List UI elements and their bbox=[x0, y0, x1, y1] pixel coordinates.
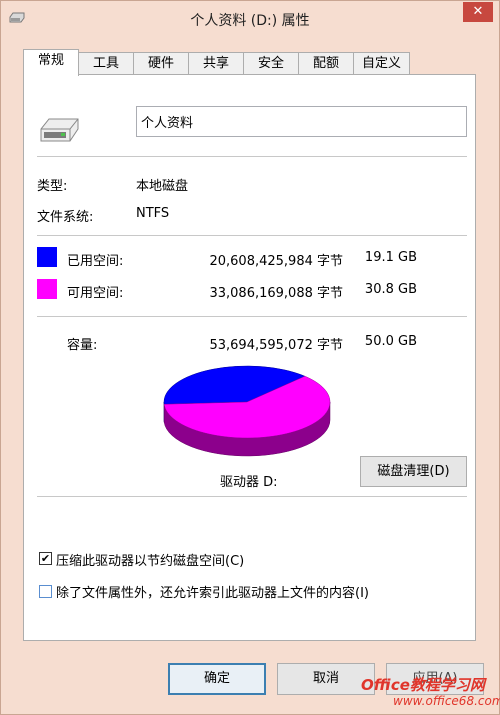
tab-tools[interactable]: 工具 bbox=[78, 52, 134, 75]
disk-usage-pie-chart bbox=[163, 365, 331, 457]
tab-customize[interactable]: 自定义 bbox=[353, 52, 410, 75]
hard-drive-icon bbox=[40, 118, 79, 142]
watermark-text: Office教程学习网 bbox=[361, 676, 485, 694]
capacity-size: 50.0 GB bbox=[364, 334, 417, 349]
window-title: 个人资料 (D:) 属性 bbox=[190, 13, 310, 29]
watermark-url: www.office68.com bbox=[393, 694, 500, 708]
used-space-size: 19.1 GB bbox=[364, 250, 417, 265]
tab-quota[interactable]: 配额 bbox=[298, 52, 354, 75]
tab-sharing[interactable]: 共享 bbox=[188, 52, 244, 75]
type-label: 类型: bbox=[37, 179, 68, 194]
title-bar[interactable]: 个人资料 (D:) 属性 ✕ bbox=[1, 1, 499, 37]
free-space-size: 30.8 GB bbox=[364, 282, 417, 297]
filesystem-value: NTFS bbox=[136, 206, 170, 221]
check-mark-icon: ✔ bbox=[40, 552, 51, 565]
tab-general[interactable]: 常规 bbox=[23, 49, 79, 76]
separator bbox=[37, 235, 467, 236]
separator bbox=[37, 156, 467, 157]
separator bbox=[37, 316, 467, 317]
compress-checkbox[interactable]: ✔ bbox=[39, 552, 52, 565]
free-space-label: 可用空间: bbox=[67, 286, 124, 301]
free-space-swatch bbox=[37, 279, 57, 299]
free-space-bytes: 33,086,169,088 字节 bbox=[209, 286, 343, 301]
volume-name-input[interactable] bbox=[136, 106, 467, 137]
disk-cleanup-button[interactable]: 磁盘清理(D) bbox=[360, 456, 467, 487]
tab-hardware[interactable]: 硬件 bbox=[133, 52, 189, 75]
used-space-label: 已用空间: bbox=[67, 254, 124, 269]
capacity-label: 容量: bbox=[67, 338, 98, 353]
drive-label: 驱动器 D: bbox=[220, 475, 278, 490]
close-button[interactable]: ✕ bbox=[463, 2, 493, 22]
properties-window: 个人资料 (D:) 属性 ✕ 常规 工具 硬件 共享 安全 配额 自定义 类型:… bbox=[0, 0, 500, 715]
index-checkbox-label[interactable]: 除了文件属性外，还允许索引此驱动器上文件的内容(I) bbox=[56, 582, 369, 601]
index-checkbox[interactable] bbox=[39, 585, 52, 598]
close-icon: ✕ bbox=[472, 4, 484, 19]
ok-button[interactable]: 确定 bbox=[168, 663, 266, 695]
used-space-bytes: 20,608,425,984 字节 bbox=[209, 254, 343, 269]
capacity-bytes: 53,694,595,072 字节 bbox=[209, 338, 343, 353]
compress-checkbox-label[interactable]: 压缩此驱动器以节约磁盘空间(C) bbox=[56, 550, 244, 569]
separator bbox=[37, 496, 467, 497]
used-space-swatch bbox=[37, 247, 57, 267]
type-value: 本地磁盘 bbox=[136, 179, 189, 194]
general-panel: 类型: 本地磁盘 文件系统: NTFS 已用空间: 20,608,425,984… bbox=[23, 74, 476, 641]
filesystem-label: 文件系统: bbox=[37, 210, 94, 225]
tab-security[interactable]: 安全 bbox=[243, 52, 299, 75]
